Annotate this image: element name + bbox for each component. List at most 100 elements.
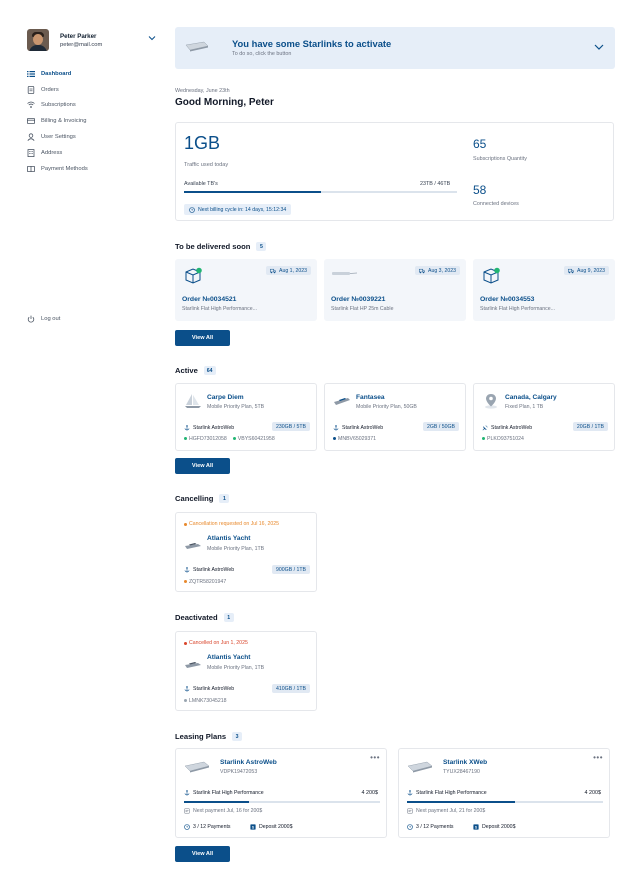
count-badge: 1 bbox=[219, 494, 230, 503]
view-all-active-button[interactable]: View All bbox=[175, 458, 230, 474]
view-all-orders-button[interactable]: View All bbox=[175, 330, 230, 346]
sidebar-item-address[interactable]: Address bbox=[27, 145, 157, 161]
plan-progress-fill bbox=[407, 801, 515, 803]
activation-banner[interactable]: You have some Starlinks to activate To d… bbox=[175, 27, 615, 69]
subscription-plan: Mobile Priority Plan, 1TB bbox=[207, 665, 265, 671]
sidebar-item-billing[interactable]: Billing & Invoicing bbox=[27, 113, 157, 129]
sidebar-item-dashboard[interactable]: Dashboard bbox=[27, 66, 157, 82]
status-dot bbox=[184, 699, 187, 703]
product-name: Starlink Flat High Performance bbox=[416, 790, 487, 796]
product-name: Starlink AstroWeb bbox=[193, 686, 235, 692]
count-badge: 5 bbox=[256, 242, 267, 251]
leasing-plan-card[interactable]: Starlink AstroWeb VDPK19472053 ••• Starl… bbox=[175, 748, 387, 838]
subscription-plan: Fixed Plan, 1 TB bbox=[505, 404, 544, 410]
order-card[interactable]: Aug 9, 2023 Order №0034553 Starlink Flat… bbox=[473, 259, 615, 321]
list-icon bbox=[27, 70, 35, 77]
subscription-card[interactable]: Canada, Calgary Fixed Plan, 1 TB Starlin… bbox=[473, 383, 615, 451]
section-title-active: Active 64 bbox=[175, 366, 216, 375]
usage-badge: 20GB / 1TB bbox=[572, 422, 608, 431]
count-badge: 64 bbox=[203, 366, 216, 375]
plan-id: VDPK19472053 bbox=[220, 769, 258, 775]
section-title-text: Leasing Plans bbox=[175, 732, 227, 741]
view-all-leasing-button[interactable]: View All bbox=[175, 846, 230, 862]
yacht-icon bbox=[185, 543, 201, 549]
leasing-plan-card[interactable]: Starlink XWeb TYUX28467190 ••• Starlink … bbox=[398, 748, 610, 838]
anchor-icon bbox=[184, 790, 190, 796]
subscription-card[interactable]: Cancelled on Jun 1, 2025 Atlantis Yacht … bbox=[175, 631, 317, 711]
serial-list: HGFD73012058 VBYS60421958 bbox=[184, 436, 275, 442]
sidebar-item-label: Payment Methods bbox=[41, 165, 88, 172]
profile-menu[interactable]: Peter Parker peter@mail.com bbox=[27, 28, 157, 52]
credit-card-icon bbox=[27, 118, 35, 125]
status-dot bbox=[184, 437, 187, 441]
section-title-text: Cancelling bbox=[175, 494, 214, 503]
plan-progress bbox=[407, 801, 603, 803]
avatar bbox=[27, 29, 49, 51]
product-name: Starlink AstroWeb bbox=[193, 567, 235, 573]
box-icon bbox=[483, 267, 500, 284]
starlink-dish-icon bbox=[407, 761, 433, 773]
sidebar-item-payment-methods[interactable]: Payment Methods bbox=[27, 161, 157, 177]
cable-icon bbox=[332, 272, 358, 275]
billing-cycle-badge: Next billing cycle in: 14 days, 15:12:34 bbox=[184, 204, 292, 215]
sidebar-item-label: User Settings bbox=[41, 134, 76, 141]
sidebar-item-orders[interactable]: Orders bbox=[27, 82, 157, 98]
serial-item: PLKO93751024 bbox=[482, 436, 524, 442]
subscription-plan: Mobile Priority Plan, 50GB bbox=[356, 404, 417, 410]
order-card[interactable]: Aug 3, 2023 Order №0039221 Starlink Flat… bbox=[324, 259, 466, 321]
serial-item: LMNK73045218 bbox=[184, 698, 227, 704]
order-description: Starlink Flat High Performance... bbox=[182, 306, 257, 312]
anchor-icon bbox=[407, 790, 413, 796]
order-date: Aug 3, 2023 bbox=[428, 267, 456, 274]
logout-label: Log out bbox=[41, 316, 61, 322]
payments-text: 3 / 12 Payments bbox=[416, 824, 454, 830]
usage-badge: 230GB / 5TB bbox=[272, 422, 310, 431]
plan-product: Starlink Flat High Performance bbox=[184, 790, 264, 796]
serial-item: ZQTR58201947 bbox=[184, 579, 226, 585]
serial-item: HGFD73012058 bbox=[184, 436, 227, 442]
clock-icon bbox=[184, 824, 190, 830]
plan-progress-fill bbox=[184, 801, 249, 803]
order-title: Order №0039221 bbox=[331, 296, 386, 303]
next-payment: Next payment Jul, 16 for 200$ bbox=[184, 808, 262, 814]
product-name: Starlink AstroWeb bbox=[491, 425, 533, 431]
subscription-name: Canada, Calgary bbox=[505, 394, 557, 401]
sidebar-item-subscriptions[interactable]: Subscriptions bbox=[27, 98, 157, 114]
section-title-deactivated: Deactivated 1 bbox=[175, 613, 234, 622]
plan-name: Starlink XWeb bbox=[443, 759, 488, 766]
sidebar-item-label: Orders bbox=[41, 86, 59, 93]
serial-number: VBYS60421958 bbox=[237, 436, 275, 442]
product-name: Starlink Flat High Performance bbox=[193, 790, 264, 796]
yacht-icon bbox=[334, 398, 350, 405]
profile-email: peter@mail.com bbox=[60, 41, 103, 48]
sidebar-item-user-settings[interactable]: User Settings bbox=[27, 129, 157, 145]
chevron-down-icon[interactable] bbox=[147, 33, 157, 43]
invoice-icon bbox=[184, 808, 190, 814]
order-card[interactable]: Aug 1, 2023 Order №0034521 Starlink Flat… bbox=[175, 259, 317, 321]
document-icon bbox=[27, 85, 35, 94]
anchor-icon bbox=[184, 425, 190, 431]
starlink-dish-icon bbox=[184, 761, 210, 773]
more-options-icon[interactable]: ••• bbox=[593, 753, 603, 762]
subscription-card[interactable]: Fantasea Mobile Priority Plan, 50GB Star… bbox=[324, 383, 466, 451]
count-badge: 3 bbox=[232, 732, 243, 741]
status-text: Cancelled on Jun 1, 2025 bbox=[189, 640, 248, 646]
truck-icon bbox=[568, 268, 574, 273]
sailboat-icon bbox=[185, 394, 201, 408]
status-dot bbox=[184, 641, 187, 645]
order-date: Aug 1, 2023 bbox=[279, 267, 307, 274]
more-options-icon[interactable]: ••• bbox=[370, 753, 380, 762]
serial-number: MNBV65029371 bbox=[338, 436, 377, 442]
chevron-down-icon[interactable] bbox=[593, 41, 605, 53]
logout-button[interactable]: Log out bbox=[27, 315, 60, 323]
usage-badge: 900GB / 1TB bbox=[272, 565, 310, 574]
subscription-card[interactable]: Carpe Diem Mobile Priority Plan, 5TB Sta… bbox=[175, 383, 317, 451]
subscription-product: Starlink AstroWeb bbox=[184, 567, 234, 573]
status-dot bbox=[184, 580, 187, 584]
traffic-value: 1GB bbox=[184, 133, 221, 153]
next-payment-text: Next payment Jul, 16 for 200$ bbox=[193, 808, 263, 814]
order-title: Order №0034521 bbox=[182, 296, 237, 303]
current-date: Wednesday, June 23th bbox=[175, 88, 230, 94]
subscription-card[interactable]: Cancellation requested on Jul 16, 2025 A… bbox=[175, 512, 317, 592]
deposit-icon: $ bbox=[250, 824, 256, 830]
